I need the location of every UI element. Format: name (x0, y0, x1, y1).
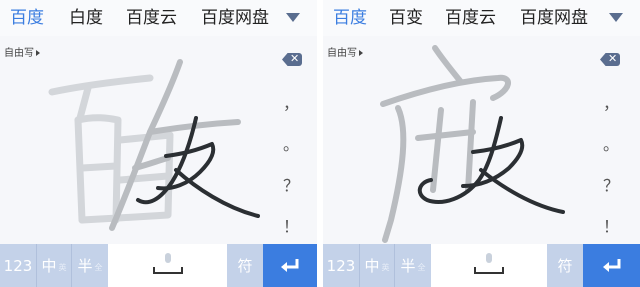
space-key[interactable] (431, 244, 547, 287)
punct-exclaim[interactable]: ！ (603, 213, 619, 237)
enter-icon (281, 258, 299, 272)
punct-period[interactable]: 。 (283, 131, 299, 155)
expand-candidates-icon[interactable] (609, 13, 623, 22)
num-key-label: 123 (3, 256, 33, 275)
candidate-3[interactable]: 百度云 (126, 7, 177, 29)
grey-ink-strokes (380, 45, 511, 243)
half-sub-label: 全 (417, 263, 426, 272)
candidate-1[interactable]: 百度 (10, 7, 44, 29)
punct-exclaim[interactable]: ！ (283, 213, 299, 237)
faint-ink-strokes (48, 74, 174, 224)
punct-comma[interactable]: ， (603, 90, 619, 114)
grey-ink-strokes (109, 59, 241, 231)
half-full-width-toggle[interactable]: 半全 (395, 244, 431, 287)
candidate-1[interactable]: 百度 (333, 7, 367, 29)
enter-key[interactable] (583, 244, 640, 287)
enter-icon (602, 258, 620, 272)
num-key-label: 123 (326, 256, 356, 275)
zh-label: 中 (364, 257, 380, 275)
space-key[interactable] (108, 244, 227, 287)
microphone-icon[interactable] (164, 253, 171, 263)
zh-label: 中 (41, 257, 57, 275)
symbol-key[interactable]: 符 (227, 244, 263, 287)
handwriting-keyboard-right: 百度 百变 百度云 百度网盘 自由写 ✕ ， 。 ？ ！ 123 中 英 半 全… (323, 0, 640, 287)
bottom-key-row: 123 中英 半全 符 (323, 244, 640, 287)
space-icon (474, 267, 504, 274)
chinese-english-toggle[interactable]: 中英 (360, 244, 394, 287)
half-sub-label: 全 (94, 263, 103, 272)
expand-candidates-icon[interactable] (286, 13, 300, 22)
bottom-key-row: 123 中英 半全 符 (0, 244, 317, 287)
punct-question[interactable]: ？ (283, 172, 299, 196)
handwriting-canvas[interactable] (0, 40, 317, 245)
num-key[interactable]: 123 (0, 244, 36, 287)
candidate-4[interactable]: 百度网盘 (520, 7, 588, 29)
handwriting-canvas[interactable] (323, 40, 640, 245)
enter-key[interactable] (263, 244, 317, 287)
num-key[interactable]: 123 (323, 244, 359, 287)
candidate-bar: 百度 白度 百度云 百度网盘 (0, 0, 317, 36)
punct-question[interactable]: ？ (603, 172, 619, 196)
half-label: 半 (400, 257, 416, 275)
candidate-2[interactable]: 百变 (389, 7, 423, 29)
half-full-width-toggle[interactable]: 半全 (72, 244, 108, 287)
space-icon (152, 267, 183, 274)
punct-comma[interactable]: ， (283, 90, 299, 114)
zh-sub-label: 英 (381, 263, 390, 272)
half-label: 半 (77, 257, 93, 275)
candidate-bar: 百度 百变 百度云 百度网盘 (323, 0, 640, 36)
handwriting-keyboard-left: 百度 白度 百度云 百度网盘 自由写 ✕ ， 。 ？ ！ 123 中 英 半 全… (0, 0, 317, 287)
candidate-2[interactable]: 白度 (69, 7, 103, 29)
symbol-key[interactable]: 符 (547, 244, 583, 287)
zh-sub-label: 英 (58, 263, 67, 272)
symbol-key-label: 符 (237, 257, 253, 275)
candidate-4[interactable]: 百度网盘 (201, 7, 269, 29)
candidate-3[interactable]: 百度云 (445, 7, 496, 29)
chinese-english-toggle[interactable]: 中英 (37, 244, 71, 287)
microphone-icon[interactable] (486, 253, 492, 263)
punct-period[interactable]: 。 (603, 131, 619, 155)
symbol-key-label: 符 (557, 257, 573, 275)
